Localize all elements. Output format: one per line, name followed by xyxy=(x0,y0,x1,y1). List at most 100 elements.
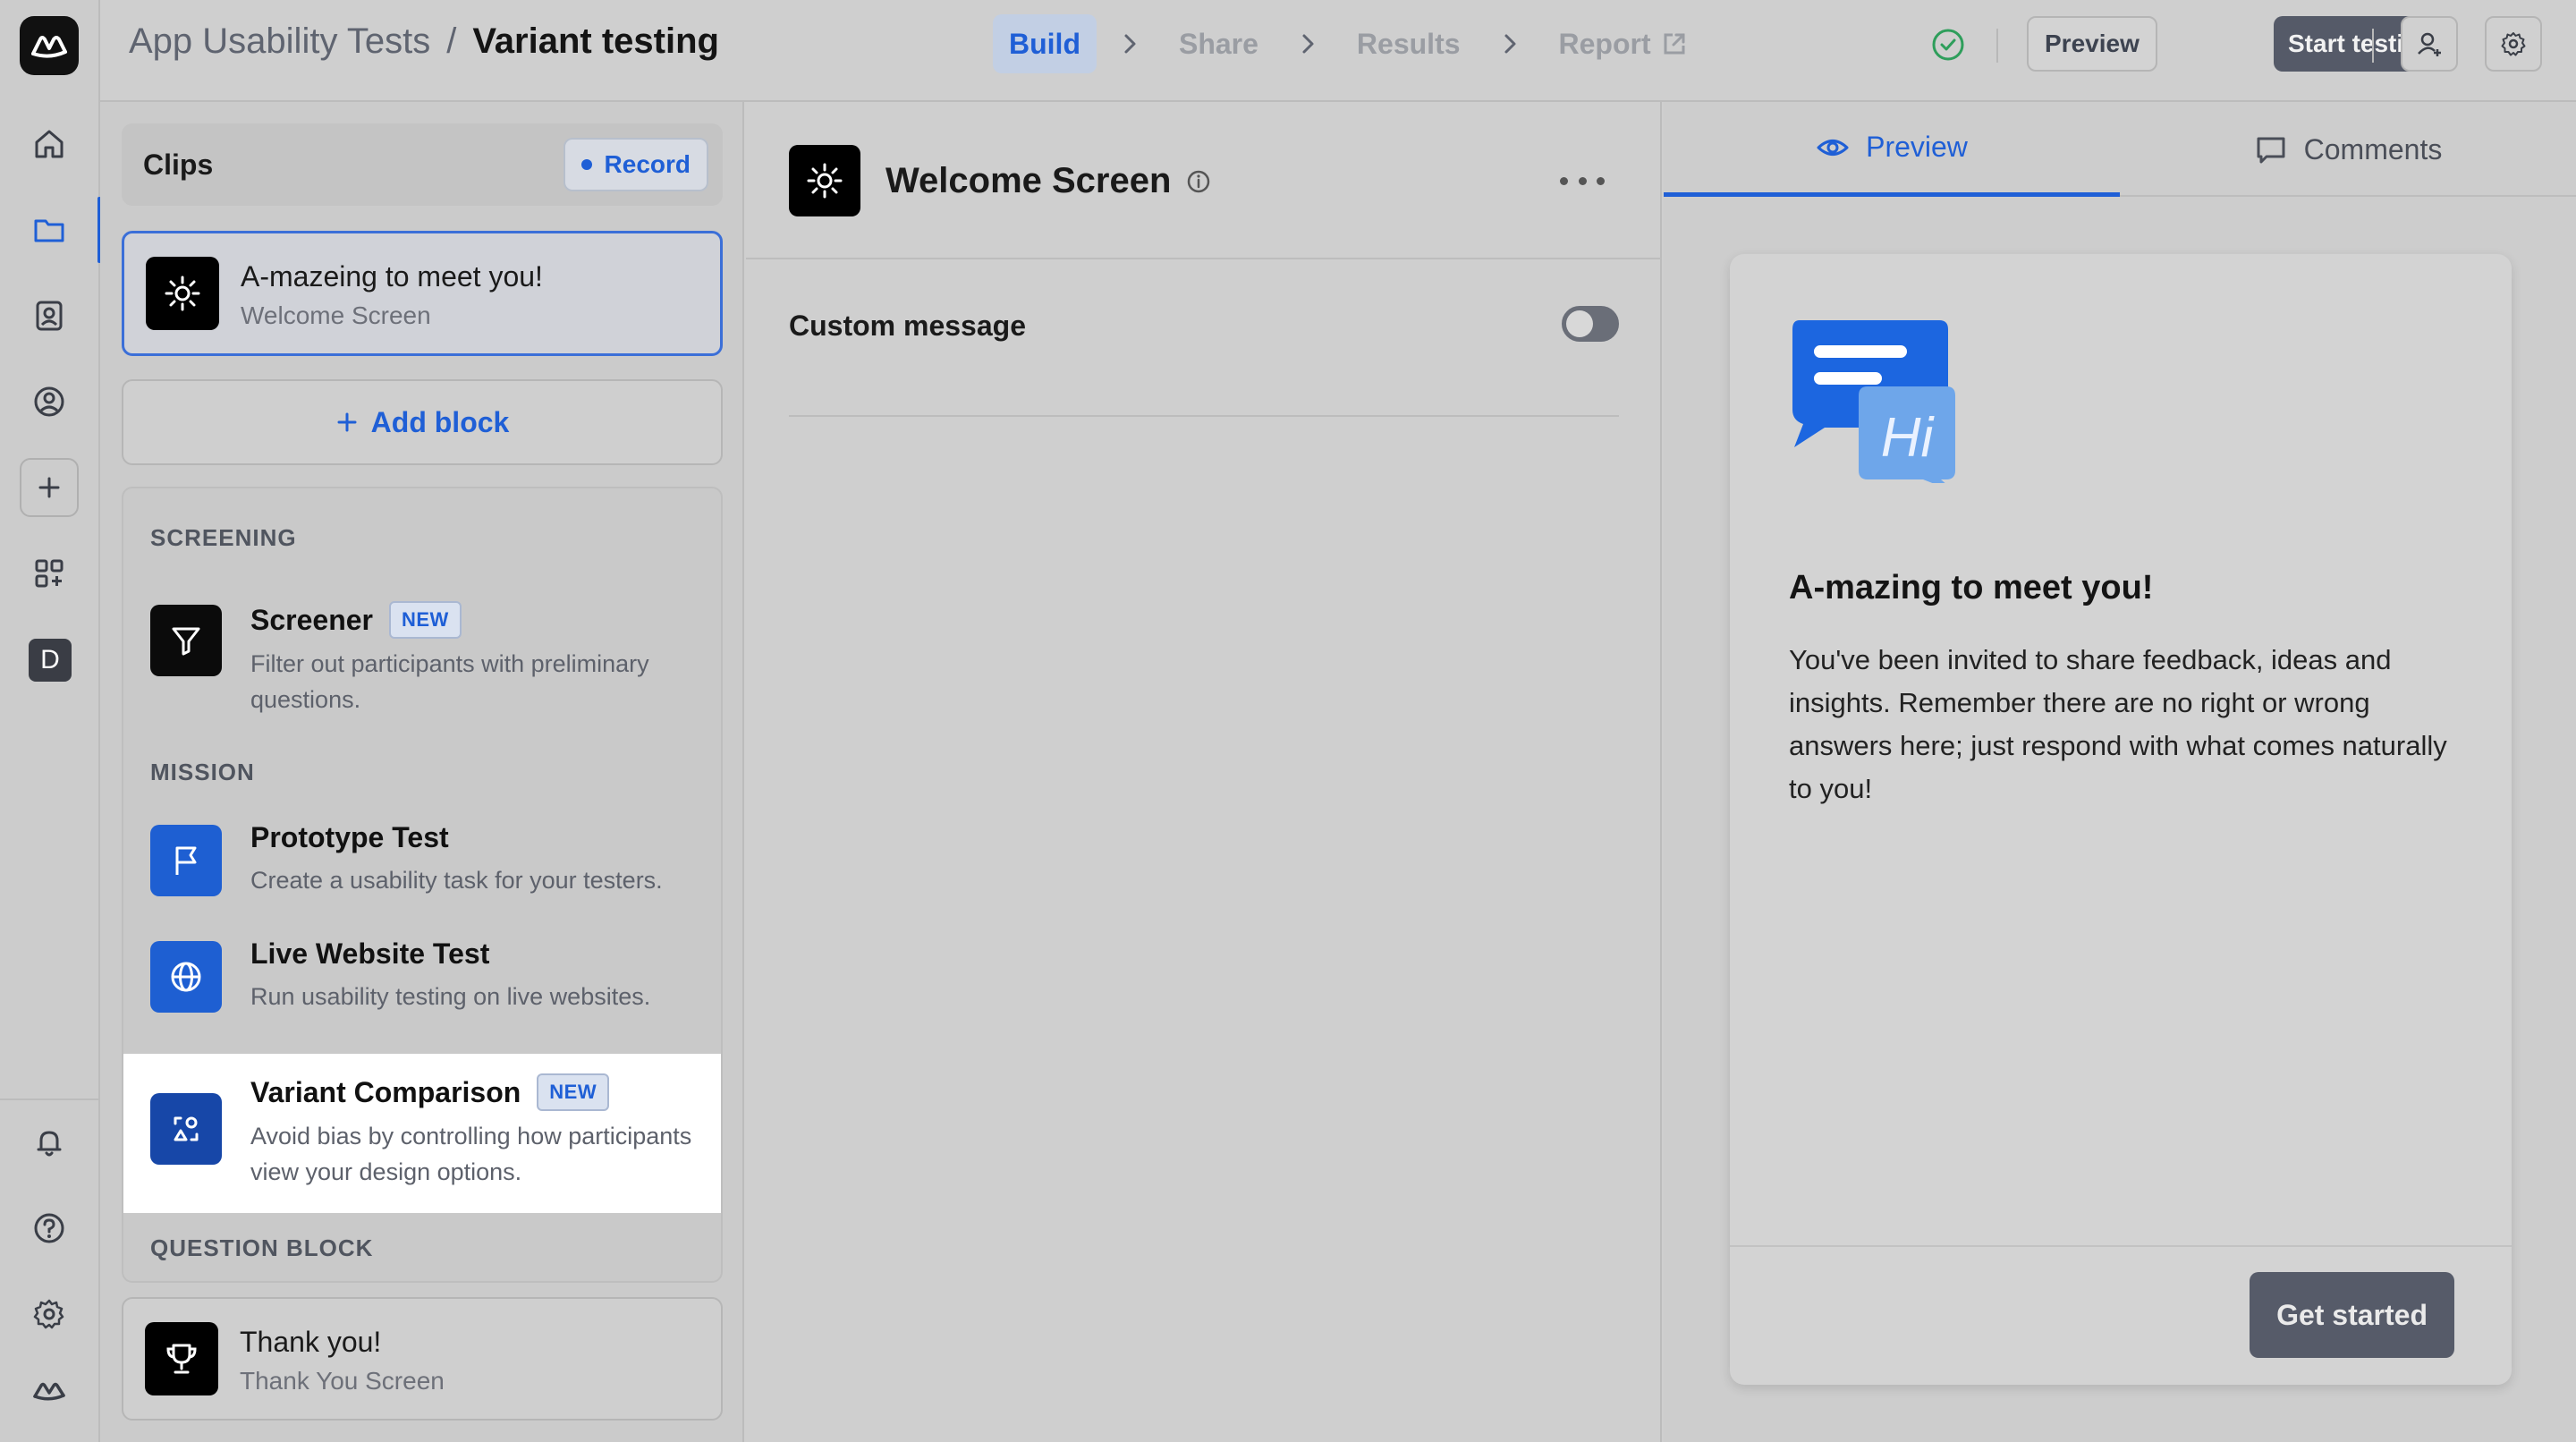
custom-message-label: Custom message xyxy=(789,310,1026,342)
external-link-icon xyxy=(1664,33,1685,55)
toolbar-divider xyxy=(1996,29,1998,63)
preview-tabs: Preview Comments xyxy=(1664,102,2576,197)
record-label: Record xyxy=(604,150,691,178)
record-dot-icon xyxy=(580,159,592,170)
block-title: Screener NEW xyxy=(250,601,462,639)
clip-welcome-screen[interactable]: A-mazeing to meet you! Welcome Screen xyxy=(122,231,723,356)
comment-icon xyxy=(2257,137,2285,164)
illustration-hi-text: Hi xyxy=(1881,407,1936,469)
block-title-text: Variant Comparison xyxy=(250,1075,521,1108)
plus-icon[interactable] xyxy=(20,458,79,517)
breadcrumb-project[interactable]: App Usability Tests xyxy=(129,21,430,62)
plus-icon xyxy=(337,412,357,432)
clip-title: A-mazeing to meet you! xyxy=(241,260,543,293)
chevron-right-icon xyxy=(1124,34,1136,54)
trophy-icon xyxy=(145,1322,218,1395)
app-logo-icon[interactable] xyxy=(20,16,79,75)
blocks-panel: Clips Record A-mazeing to meet you! Welc… xyxy=(100,102,744,1442)
top-bar: App Usability Tests / Variant testing Bu… xyxy=(100,0,2576,102)
clip-subtitle: Welcome Screen xyxy=(241,301,431,329)
step-build[interactable]: Build xyxy=(993,14,1097,73)
editor-title-text: Welcome Screen xyxy=(886,161,1172,200)
block-item-variant-comparison[interactable]: Variant Comparison NEW Avoid bias by con… xyxy=(123,1054,721,1213)
block-description: Avoid bias by controlling how participan… xyxy=(250,1123,692,1185)
step-nav: Build Share Results Report xyxy=(993,14,1705,73)
filter-icon xyxy=(150,605,222,676)
section-label-screening: SCREENING xyxy=(150,524,297,551)
block-description: Filter out participants with preliminary… xyxy=(250,650,649,713)
apps-grid-icon[interactable] xyxy=(20,544,79,603)
tab-preview[interactable]: Preview xyxy=(1664,102,2120,197)
chat-bubbles-illustration: Hi xyxy=(1792,320,1955,483)
step-report[interactable]: Report xyxy=(1543,14,1705,73)
clip-title: Thank you! xyxy=(240,1326,382,1358)
custom-message-toggle[interactable] xyxy=(1562,306,1619,342)
left-rail: D xyxy=(0,0,101,1442)
preview-title: A-mazing to meet you! xyxy=(1789,569,2154,606)
editor-header: Welcome Screen xyxy=(746,102,1662,259)
clip-subtitle: Thank You Screen xyxy=(240,1367,445,1395)
new-badge: NEW xyxy=(537,1073,610,1111)
step-report-label: Report xyxy=(1558,27,1651,60)
breadcrumb: App Usability Tests / Variant testing xyxy=(129,21,719,62)
section-label-mission: MISSION xyxy=(150,759,255,785)
sun-icon xyxy=(789,145,860,216)
more-options-icon[interactable] xyxy=(1560,168,1605,193)
folder-icon[interactable] xyxy=(20,197,101,263)
editor-title: Welcome Screen xyxy=(886,161,1212,201)
page-title: Variant testing xyxy=(472,21,719,61)
preview-body: You've been invited to share feedback, i… xyxy=(1789,644,2447,804)
block-item-prototype-test[interactable]: Prototype Test Create a usability task f… xyxy=(123,818,721,925)
rail-divider xyxy=(0,1098,100,1100)
add-block-button[interactable]: Add block xyxy=(122,379,723,465)
variant-shapes-icon xyxy=(150,1093,222,1165)
bell-icon[interactable] xyxy=(20,1113,79,1172)
section-label-question-block: QUESTION BLOCK xyxy=(150,1234,374,1261)
info-icon[interactable] xyxy=(1185,168,1212,195)
chevron-right-icon xyxy=(1302,34,1314,54)
add-user-icon xyxy=(2418,32,2441,56)
clips-title: Clips xyxy=(143,148,214,181)
tab-comments-label: Comments xyxy=(2303,132,2443,165)
eye-icon xyxy=(1817,139,1849,156)
project-settings-button[interactable] xyxy=(2485,16,2542,72)
custom-message-row: Custom message xyxy=(789,259,1619,417)
block-title: Live Website Test xyxy=(250,937,490,970)
toolbar-divider xyxy=(2372,29,2374,63)
globe-icon xyxy=(150,941,222,1013)
add-block-label: Add block xyxy=(370,405,510,438)
tab-comments[interactable]: Comments xyxy=(2120,102,2576,197)
block-editor: Welcome Screen Custom message xyxy=(746,102,1662,1442)
welcome-preview-card: Hi A-mazing to meet you! You've been inv… xyxy=(1730,254,2512,1385)
home-icon[interactable] xyxy=(20,115,79,174)
participants-icon[interactable] xyxy=(20,372,79,431)
preview-panel: Preview Comments Hi A-mazing to meet you… xyxy=(1664,102,2576,1442)
step-results[interactable]: Results xyxy=(1341,14,1477,73)
get-started-button[interactable]: Get started xyxy=(2250,1272,2454,1358)
saved-check-icon xyxy=(1932,29,1964,61)
block-title-text: Screener xyxy=(250,603,373,636)
chevron-right-icon xyxy=(1504,34,1516,54)
block-description: Create a usability task for your testers… xyxy=(250,867,663,894)
block-library: SCREENING Screener NEW Filter out partic… xyxy=(122,487,723,1283)
breadcrumb-separator: / xyxy=(446,21,457,61)
settings-gear-icon[interactable] xyxy=(20,1285,79,1344)
block-item-screener[interactable]: Screener NEW Filter out participants wit… xyxy=(123,587,721,730)
clips-header: Clips Record xyxy=(122,123,723,206)
clip-thank-you-screen[interactable]: Thank you! Thank You Screen xyxy=(122,1297,723,1421)
block-description: Run usability testing on live websites. xyxy=(250,983,651,1010)
brand-mark-icon[interactable] xyxy=(20,1361,79,1421)
sun-icon xyxy=(146,257,219,330)
tab-preview-label: Preview xyxy=(1866,131,1968,163)
workspace-avatar[interactable]: D xyxy=(29,639,72,682)
flag-icon xyxy=(150,825,222,896)
add-collaborator-button[interactable] xyxy=(2401,16,2458,72)
block-item-live-website-test[interactable]: Live Website Test Run usability testing … xyxy=(123,936,721,1041)
step-share[interactable]: Share xyxy=(1163,14,1275,73)
new-badge: NEW xyxy=(388,601,462,639)
preview-button[interactable]: Preview xyxy=(2027,16,2157,72)
gear-icon xyxy=(2501,32,2526,56)
record-button[interactable]: Record xyxy=(563,138,708,191)
contacts-icon[interactable] xyxy=(20,286,79,345)
help-icon[interactable] xyxy=(20,1199,79,1258)
